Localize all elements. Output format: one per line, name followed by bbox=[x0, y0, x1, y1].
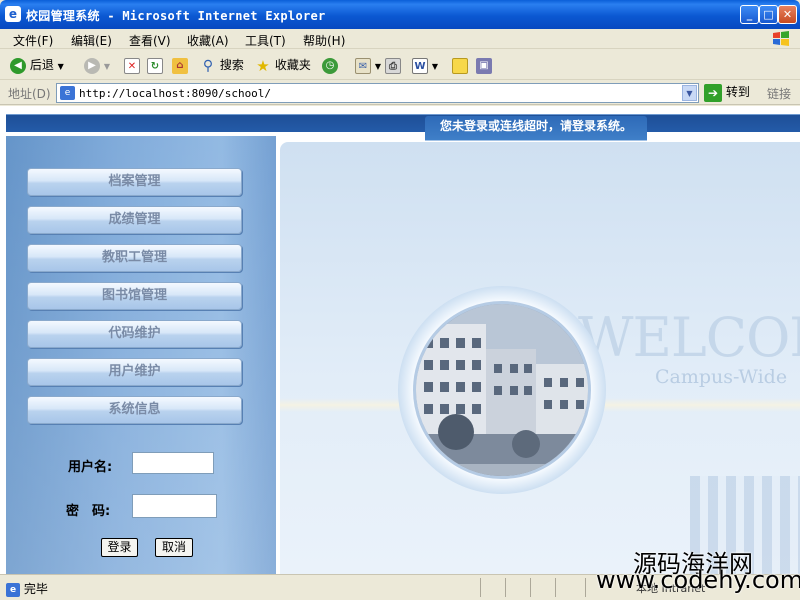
title-bar: e 校园管理系统 - Microsoft Internet Explorer _… bbox=[0, 0, 800, 29]
refresh-icon: ↻ bbox=[147, 57, 163, 74]
search-label: 搜索 bbox=[219, 58, 244, 72]
address-dropdown-icon[interactable]: ▼ bbox=[682, 85, 697, 101]
menu-favorites[interactable]: 收藏(A) bbox=[187, 32, 229, 49]
campus-building-image bbox=[416, 304, 588, 476]
mail-icon: ✉ bbox=[355, 57, 371, 74]
address-bar: 地址(D) e http://localhost:8090/school/ ▼ … bbox=[0, 81, 800, 105]
password-input[interactable] bbox=[132, 494, 217, 518]
home-button[interactable]: ⌂ bbox=[172, 56, 188, 74]
forward-button[interactable]: ▶ ▼ bbox=[84, 56, 110, 74]
maximize-button[interactable]: □ bbox=[759, 5, 778, 24]
favorites-button[interactable]: ★ 收藏夹 bbox=[255, 56, 311, 74]
close-button[interactable]: ✕ bbox=[778, 5, 797, 24]
back-label: 后退 bbox=[29, 58, 54, 72]
campus-text: Campus-Wide bbox=[655, 366, 788, 388]
nav-library[interactable]: 图书馆管理 bbox=[27, 282, 242, 310]
printer-icon: ⎙ bbox=[385, 57, 401, 74]
status-segment bbox=[505, 578, 506, 597]
top-strip bbox=[6, 114, 800, 132]
discuss-button[interactable] bbox=[452, 56, 468, 74]
star-icon: ★ bbox=[256, 56, 270, 75]
home-icon: ⌂ bbox=[172, 57, 188, 74]
forward-arrow-icon: ▶ bbox=[84, 57, 100, 74]
browser-window: e 校园管理系统 - Microsoft Internet Explorer _… bbox=[0, 0, 800, 600]
status-label: 完毕 bbox=[23, 582, 48, 596]
status-text: e 完毕 bbox=[6, 580, 48, 597]
chevron-down-icon: ▼ bbox=[431, 62, 438, 71]
campus-photo bbox=[413, 301, 591, 479]
back-arrow-icon: ◀ bbox=[10, 57, 26, 74]
chevron-down-icon: ▼ bbox=[57, 62, 64, 71]
messenger-button[interactable]: ▣ bbox=[476, 56, 492, 74]
links-label[interactable]: 链接 bbox=[767, 85, 791, 102]
web-page: 您未登录或连线超时，请登录系统。 档案管理 成绩管理 教职工管理 图书馆管理 代… bbox=[0, 106, 800, 574]
nav-user-maintenance[interactable]: 用户维护 bbox=[27, 358, 242, 386]
toolbar: ◀ 后退 ▼ ▶ ▼ ✕ ↻ ⌂ ⚲ 搜索 ★ 收藏夹 ◷ ✉ ▼ ⎙ W ▼ … bbox=[0, 50, 800, 80]
print-button[interactable]: ⎙ bbox=[385, 56, 401, 74]
username-label: 用户名: bbox=[68, 460, 113, 475]
mail-button[interactable]: ✉ ▼ bbox=[355, 56, 381, 74]
minimize-button[interactable]: _ bbox=[740, 5, 759, 24]
status-segment bbox=[480, 578, 481, 597]
status-segment bbox=[530, 578, 531, 597]
login-notice: 您未登录或连线超时，请登录系统。 bbox=[425, 116, 647, 140]
menu-tools[interactable]: 工具(T) bbox=[245, 32, 286, 49]
menu-edit[interactable]: 编辑(E) bbox=[71, 32, 112, 49]
address-label: 地址(D) bbox=[8, 87, 51, 101]
login-button[interactable]: 登录 bbox=[101, 538, 138, 557]
note-icon bbox=[452, 57, 468, 74]
menu-view[interactable]: 查看(V) bbox=[129, 32, 171, 49]
research-icon: ▣ bbox=[476, 57, 492, 74]
nav-archive[interactable]: 档案管理 bbox=[27, 168, 242, 196]
nav-grades[interactable]: 成绩管理 bbox=[27, 206, 242, 234]
go-arrow-icon: ➔ bbox=[704, 83, 722, 102]
favorites-label: 收藏夹 bbox=[274, 58, 311, 72]
chevron-down-icon: ▼ bbox=[103, 62, 110, 71]
chevron-down-icon: ▼ bbox=[374, 62, 381, 71]
page-icon: e bbox=[60, 86, 75, 100]
stop-icon: ✕ bbox=[124, 57, 140, 74]
refresh-button[interactable]: ↻ bbox=[147, 56, 163, 74]
window-title: 校园管理系统 - Microsoft Internet Explorer bbox=[26, 9, 326, 23]
address-url[interactable]: http://localhost:8090/school/ bbox=[79, 87, 271, 100]
nav-code-maintenance[interactable]: 代码维护 bbox=[27, 320, 242, 348]
go-button[interactable]: ➔ 转到 bbox=[704, 83, 750, 102]
page-icon: e bbox=[6, 582, 20, 597]
history-icon: ◷ bbox=[322, 57, 338, 74]
username-input[interactable] bbox=[132, 452, 214, 474]
password-label: 密 码: bbox=[66, 504, 111, 519]
cancel-button[interactable]: 取消 bbox=[155, 538, 193, 557]
nav-staff[interactable]: 教职工管理 bbox=[27, 244, 242, 272]
edit-button[interactable]: W ▼ bbox=[412, 56, 438, 74]
address-input[interactable]: e http://localhost:8090/school/ ▼ bbox=[56, 83, 699, 103]
search-icon: ⚲ bbox=[202, 57, 214, 74]
nav-system-info[interactable]: 系统信息 bbox=[27, 396, 242, 424]
go-label: 转到 bbox=[725, 85, 750, 99]
welcome-text: WELCOM bbox=[578, 306, 800, 369]
back-button[interactable]: ◀ 后退 ▼ bbox=[10, 56, 64, 74]
ie-icon: e bbox=[5, 6, 21, 22]
word-icon: W bbox=[412, 57, 428, 74]
watermark-url: www.codehy.com bbox=[596, 566, 800, 594]
stop-button[interactable]: ✕ bbox=[124, 56, 140, 74]
history-button[interactable]: ◷ bbox=[322, 56, 338, 74]
status-segment bbox=[555, 578, 556, 597]
search-button[interactable]: ⚲ 搜索 bbox=[200, 56, 244, 74]
menu-bar: 文件(F) 编辑(E) 查看(V) 收藏(A) 工具(T) 帮助(H) bbox=[0, 29, 800, 49]
windows-flag-icon bbox=[773, 31, 789, 46]
status-segment bbox=[585, 578, 586, 597]
menu-help[interactable]: 帮助(H) bbox=[303, 32, 345, 49]
menu-file[interactable]: 文件(F) bbox=[13, 32, 53, 49]
